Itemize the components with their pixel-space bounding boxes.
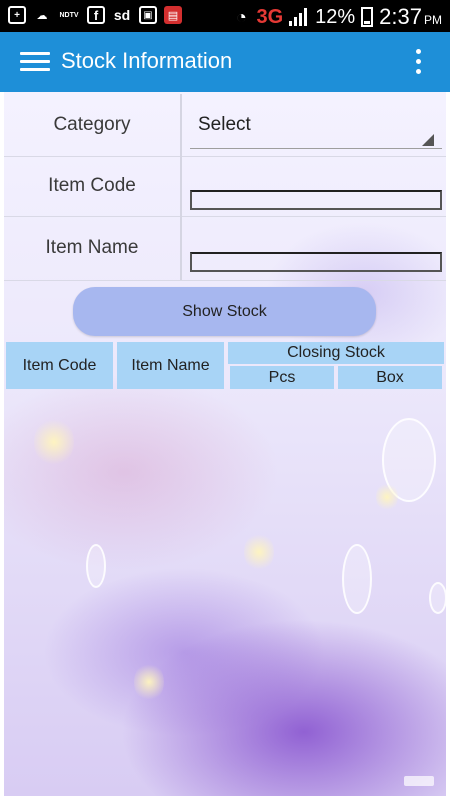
hamburger-menu-icon[interactable] <box>20 49 50 75</box>
dropdown-arrow-icon <box>422 134 434 146</box>
item-code-row: Item Code <box>4 156 446 217</box>
facebook-icon: f <box>87 6 105 24</box>
app-notification-icon: ▤ <box>164 6 182 24</box>
category-select[interactable]: Select <box>190 110 442 149</box>
item-name-input[interactable] <box>190 252 442 272</box>
sd-card-icon: sd <box>113 7 131 23</box>
app-bar: Stock Information <box>0 32 450 92</box>
light-decoration <box>34 417 74 467</box>
clock: 2:37 PM <box>379 4 442 30</box>
item-name-label: Item Name <box>4 216 182 280</box>
light-decoration <box>376 482 398 512</box>
page-title: Stock Information <box>61 48 233 73</box>
network-type: 3G <box>256 5 284 28</box>
add-notification-icon: + <box>8 6 26 24</box>
status-bar: + ☁ NDTV f sd ▣ ▤ ◔ 3G 12% 2:37 PM <box>0 0 450 32</box>
bubble-decoration <box>342 544 372 614</box>
item-code-input[interactable] <box>190 190 442 210</box>
gallery-icon: ▣ <box>139 6 157 24</box>
bubble-decoration <box>429 582 447 614</box>
watermark <box>404 776 434 786</box>
battery-icon <box>361 7 374 27</box>
header-box: Box <box>338 366 442 389</box>
header-item-code: Item Code <box>6 342 113 389</box>
header-item-name: Item Name <box>117 342 224 389</box>
item-code-label: Item Code <box>4 156 182 216</box>
status-right: ◔ 3G 12% 2:37 PM <box>232 4 442 30</box>
status-left-icons: + ☁ NDTV f sd ▣ ▤ <box>8 5 182 25</box>
overflow-menu-icon[interactable] <box>414 48 422 76</box>
signal-icon <box>289 8 309 26</box>
category-selected-value: Select <box>198 114 251 135</box>
show-stock-button[interactable]: Show Stock <box>73 287 376 336</box>
battery-percent: 12% <box>315 5 356 28</box>
category-row: Category Select <box>4 94 446 157</box>
wifi-icon: ◔ <box>236 6 247 27</box>
bubble-decoration <box>86 544 106 588</box>
clock-time: 2:37 <box>379 4 422 29</box>
light-decoration <box>134 662 164 702</box>
cloud-sync-icon: ☁ <box>36 9 48 22</box>
header-pcs: Pcs <box>230 366 334 389</box>
light-decoration <box>244 532 274 572</box>
clock-ampm: PM <box>424 13 442 27</box>
category-label: Category <box>4 94 182 156</box>
item-name-row: Item Name <box>4 216 446 281</box>
header-closing-stock: Closing Stock <box>228 342 444 364</box>
ndtv-icon: NDTV <box>59 11 79 19</box>
